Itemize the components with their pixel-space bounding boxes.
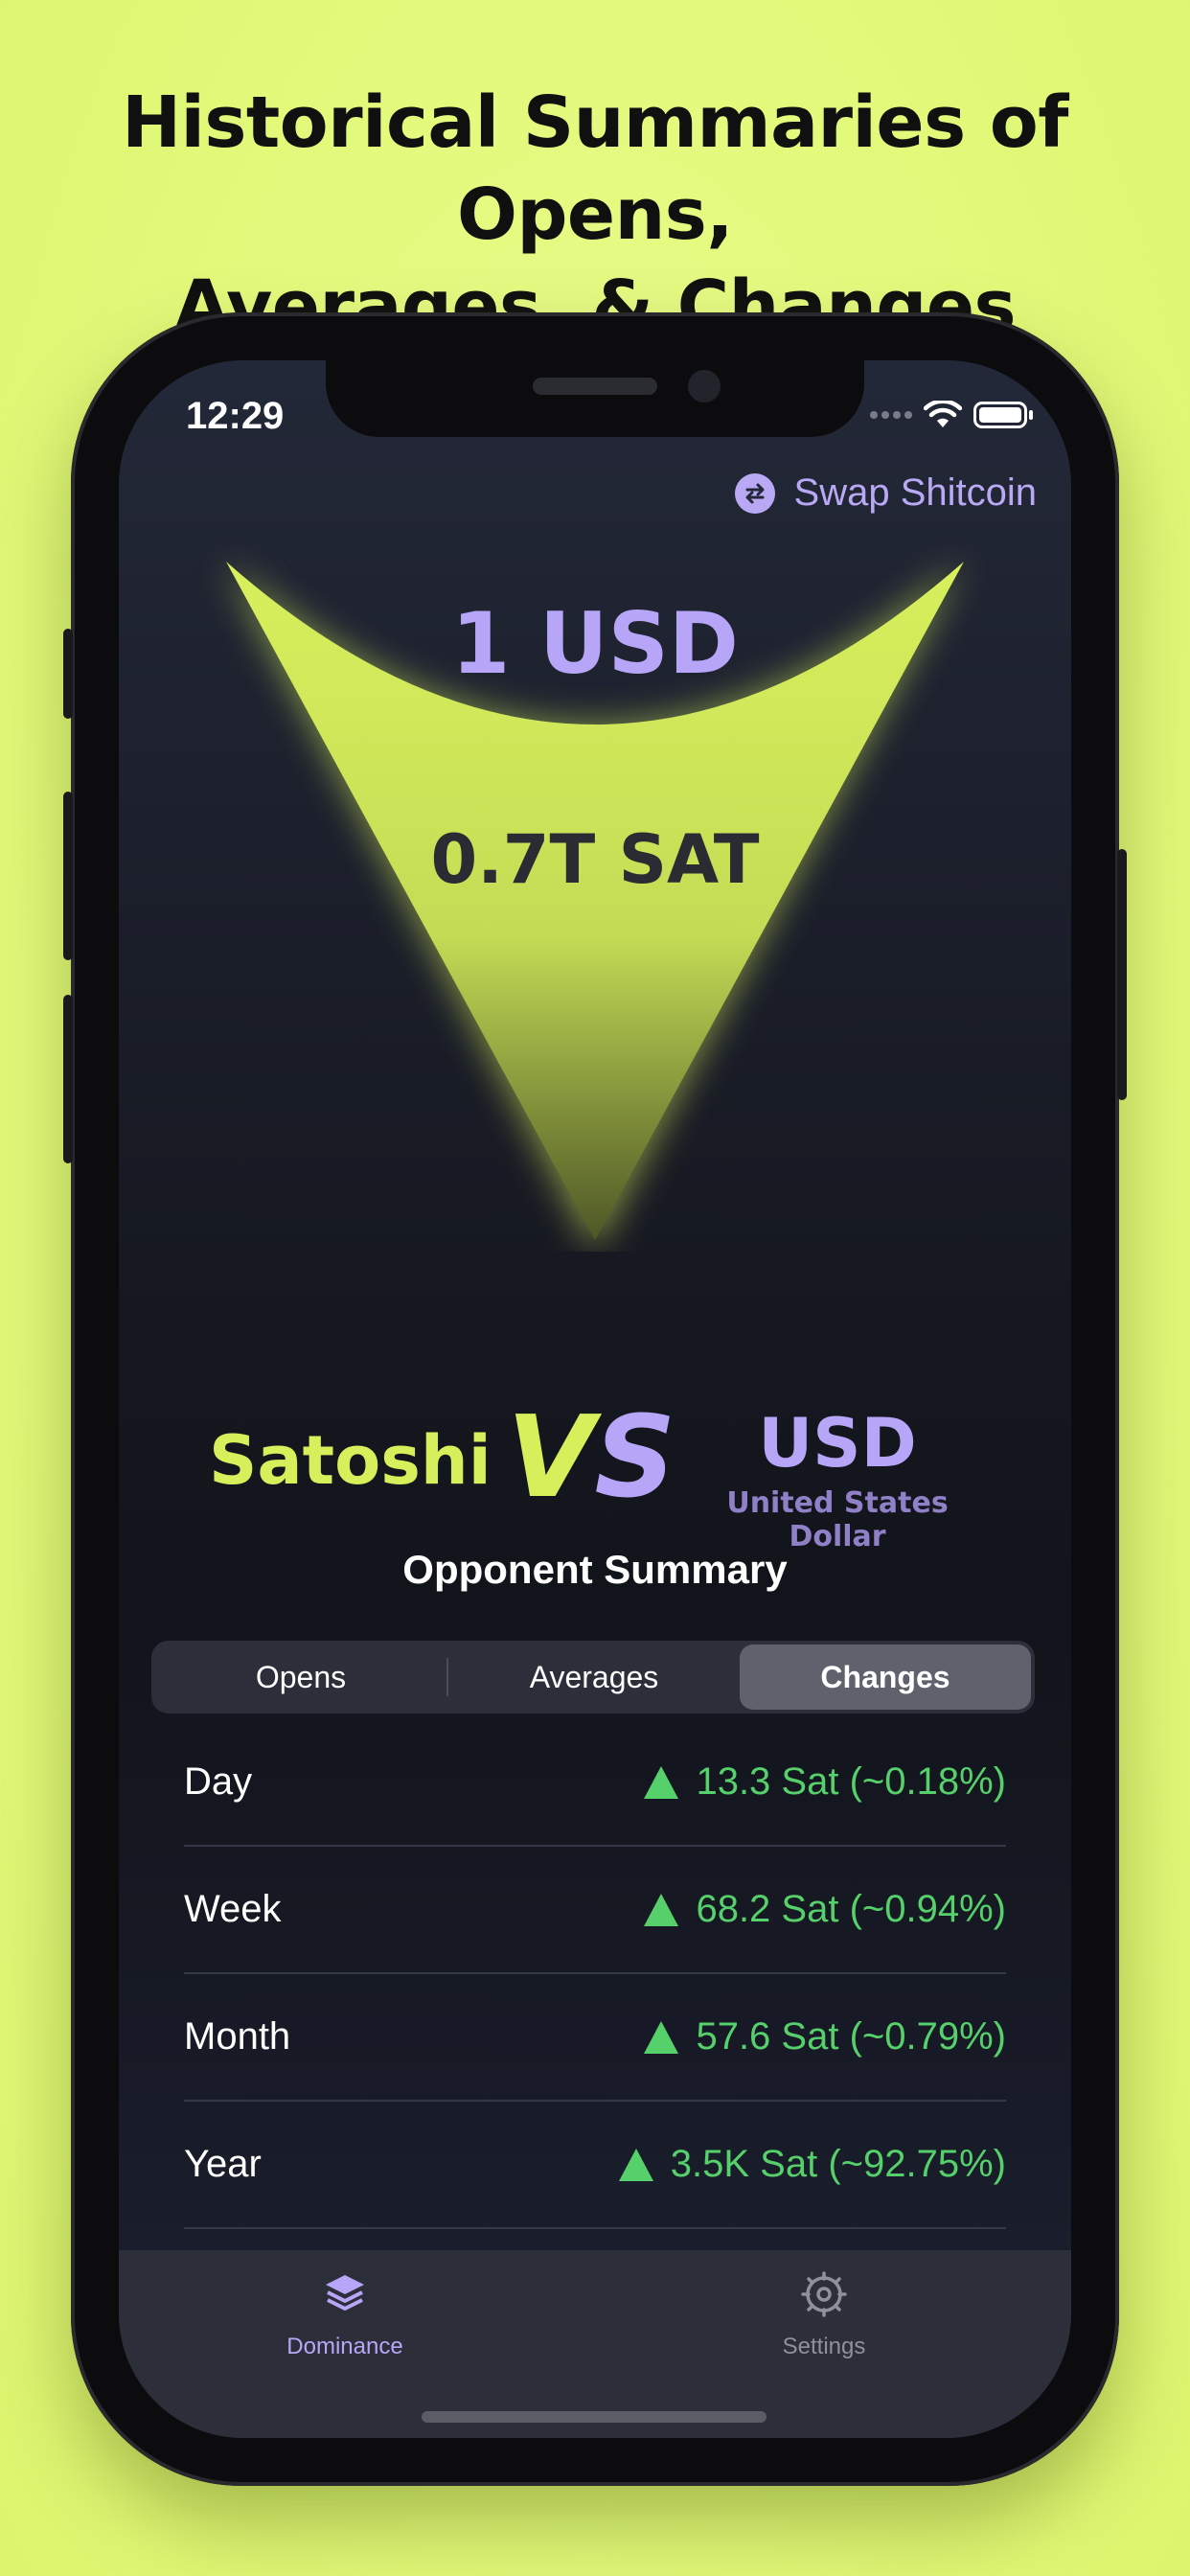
signal-icon <box>870 411 912 419</box>
changes-list: Day 13.3 Sat (~0.18%) Week 68.2 Sat (~0.… <box>184 1719 1006 2229</box>
versus-row: Satoshi VS USD United States Dollar <box>119 1362 1071 1553</box>
period-label: Month <box>184 2015 291 2058</box>
segment-changes[interactable]: Changes <box>740 1644 1031 1710</box>
change-value: 13.3 Sat (~0.18%) <box>644 1760 1006 1804</box>
battery-icon <box>973 402 1033 428</box>
list-item: Week 68.2 Sat (~0.94%) <box>184 1847 1006 1974</box>
status-icons <box>870 401 1033 429</box>
change-value: 68.2 Sat (~0.94%) <box>644 1888 1006 1931</box>
opponent-amount: 1 USD <box>451 594 739 693</box>
period-label: Year <box>184 2143 262 2185</box>
notch <box>326 360 864 437</box>
period-label: Day <box>184 1760 253 1803</box>
volume-down-button <box>63 995 73 1163</box>
period-label: Week <box>184 1888 282 1930</box>
phone-frame: 12:29 Swap Shitcoin 1 USD 0.7T SAT Satos… <box>63 312 1127 2486</box>
segment-opens[interactable]: Opens <box>155 1644 446 1710</box>
wifi-icon <box>924 401 962 427</box>
satoshi-label: Satoshi <box>209 1421 492 1500</box>
up-arrow-icon <box>644 1893 679 1926</box>
list-item: Day 13.3 Sat (~0.18%) <box>184 1719 1006 1847</box>
home-indicator[interactable] <box>422 2411 767 2423</box>
tab-dominance-label: Dominance <box>286 2334 403 2359</box>
opponent-code: USD <box>758 1404 917 1483</box>
stack-layers-icon <box>326 2275 364 2311</box>
front-camera <box>688 370 721 402</box>
mute-switch <box>63 629 73 719</box>
tab-bar: Dominance Settings <box>119 2250 1071 2438</box>
marketing-headline: Historical Summaries of Opens, Averages,… <box>0 77 1190 353</box>
up-arrow-icon <box>618 2148 653 2181</box>
list-item: Month 57.6 Sat (~0.79%) <box>184 1974 1006 2102</box>
satoshi-amount: 0.7T SAT <box>430 820 760 899</box>
change-value: 57.6 Sat (~0.79%) <box>644 2015 1006 2058</box>
headline-line-1: Historical Summaries of Opens, <box>122 81 1068 256</box>
summary-segmented-control: Opens Averages Changes <box>151 1641 1035 1714</box>
opponent-summary-title: Opponent Summary <box>402 1547 788 1592</box>
tab-dominance[interactable]: Dominance <box>201 2269 489 2360</box>
swap-shitcoin-button[interactable]: Swap Shitcoin <box>734 472 1037 515</box>
opponent-full-name: United States Dollar <box>726 1486 949 1553</box>
tab-settings[interactable]: Settings <box>680 2269 968 2360</box>
power-button <box>1117 849 1127 1100</box>
app-screen: 12:29 Swap Shitcoin 1 USD 0.7T SAT Satos… <box>119 360 1071 2438</box>
list-item: Year 3.5K Sat (~92.75%) <box>184 2102 1006 2229</box>
swap-shitcoin-label: Swap Shitcoin <box>793 472 1037 514</box>
gear-icon <box>801 2271 847 2317</box>
up-arrow-icon <box>644 2020 679 2054</box>
swap-arrows-icon <box>734 472 775 514</box>
vs-logo: VS <box>507 1391 676 1523</box>
status-time: 12:29 <box>186 395 285 437</box>
volume-up-button <box>63 792 73 960</box>
tab-settings-label: Settings <box>782 2334 866 2359</box>
speaker-grille <box>533 378 657 395</box>
segment-averages[interactable]: Averages <box>448 1644 740 1710</box>
change-value: 3.5K Sat (~92.75%) <box>618 2143 1006 2186</box>
up-arrow-icon <box>644 1765 679 1799</box>
